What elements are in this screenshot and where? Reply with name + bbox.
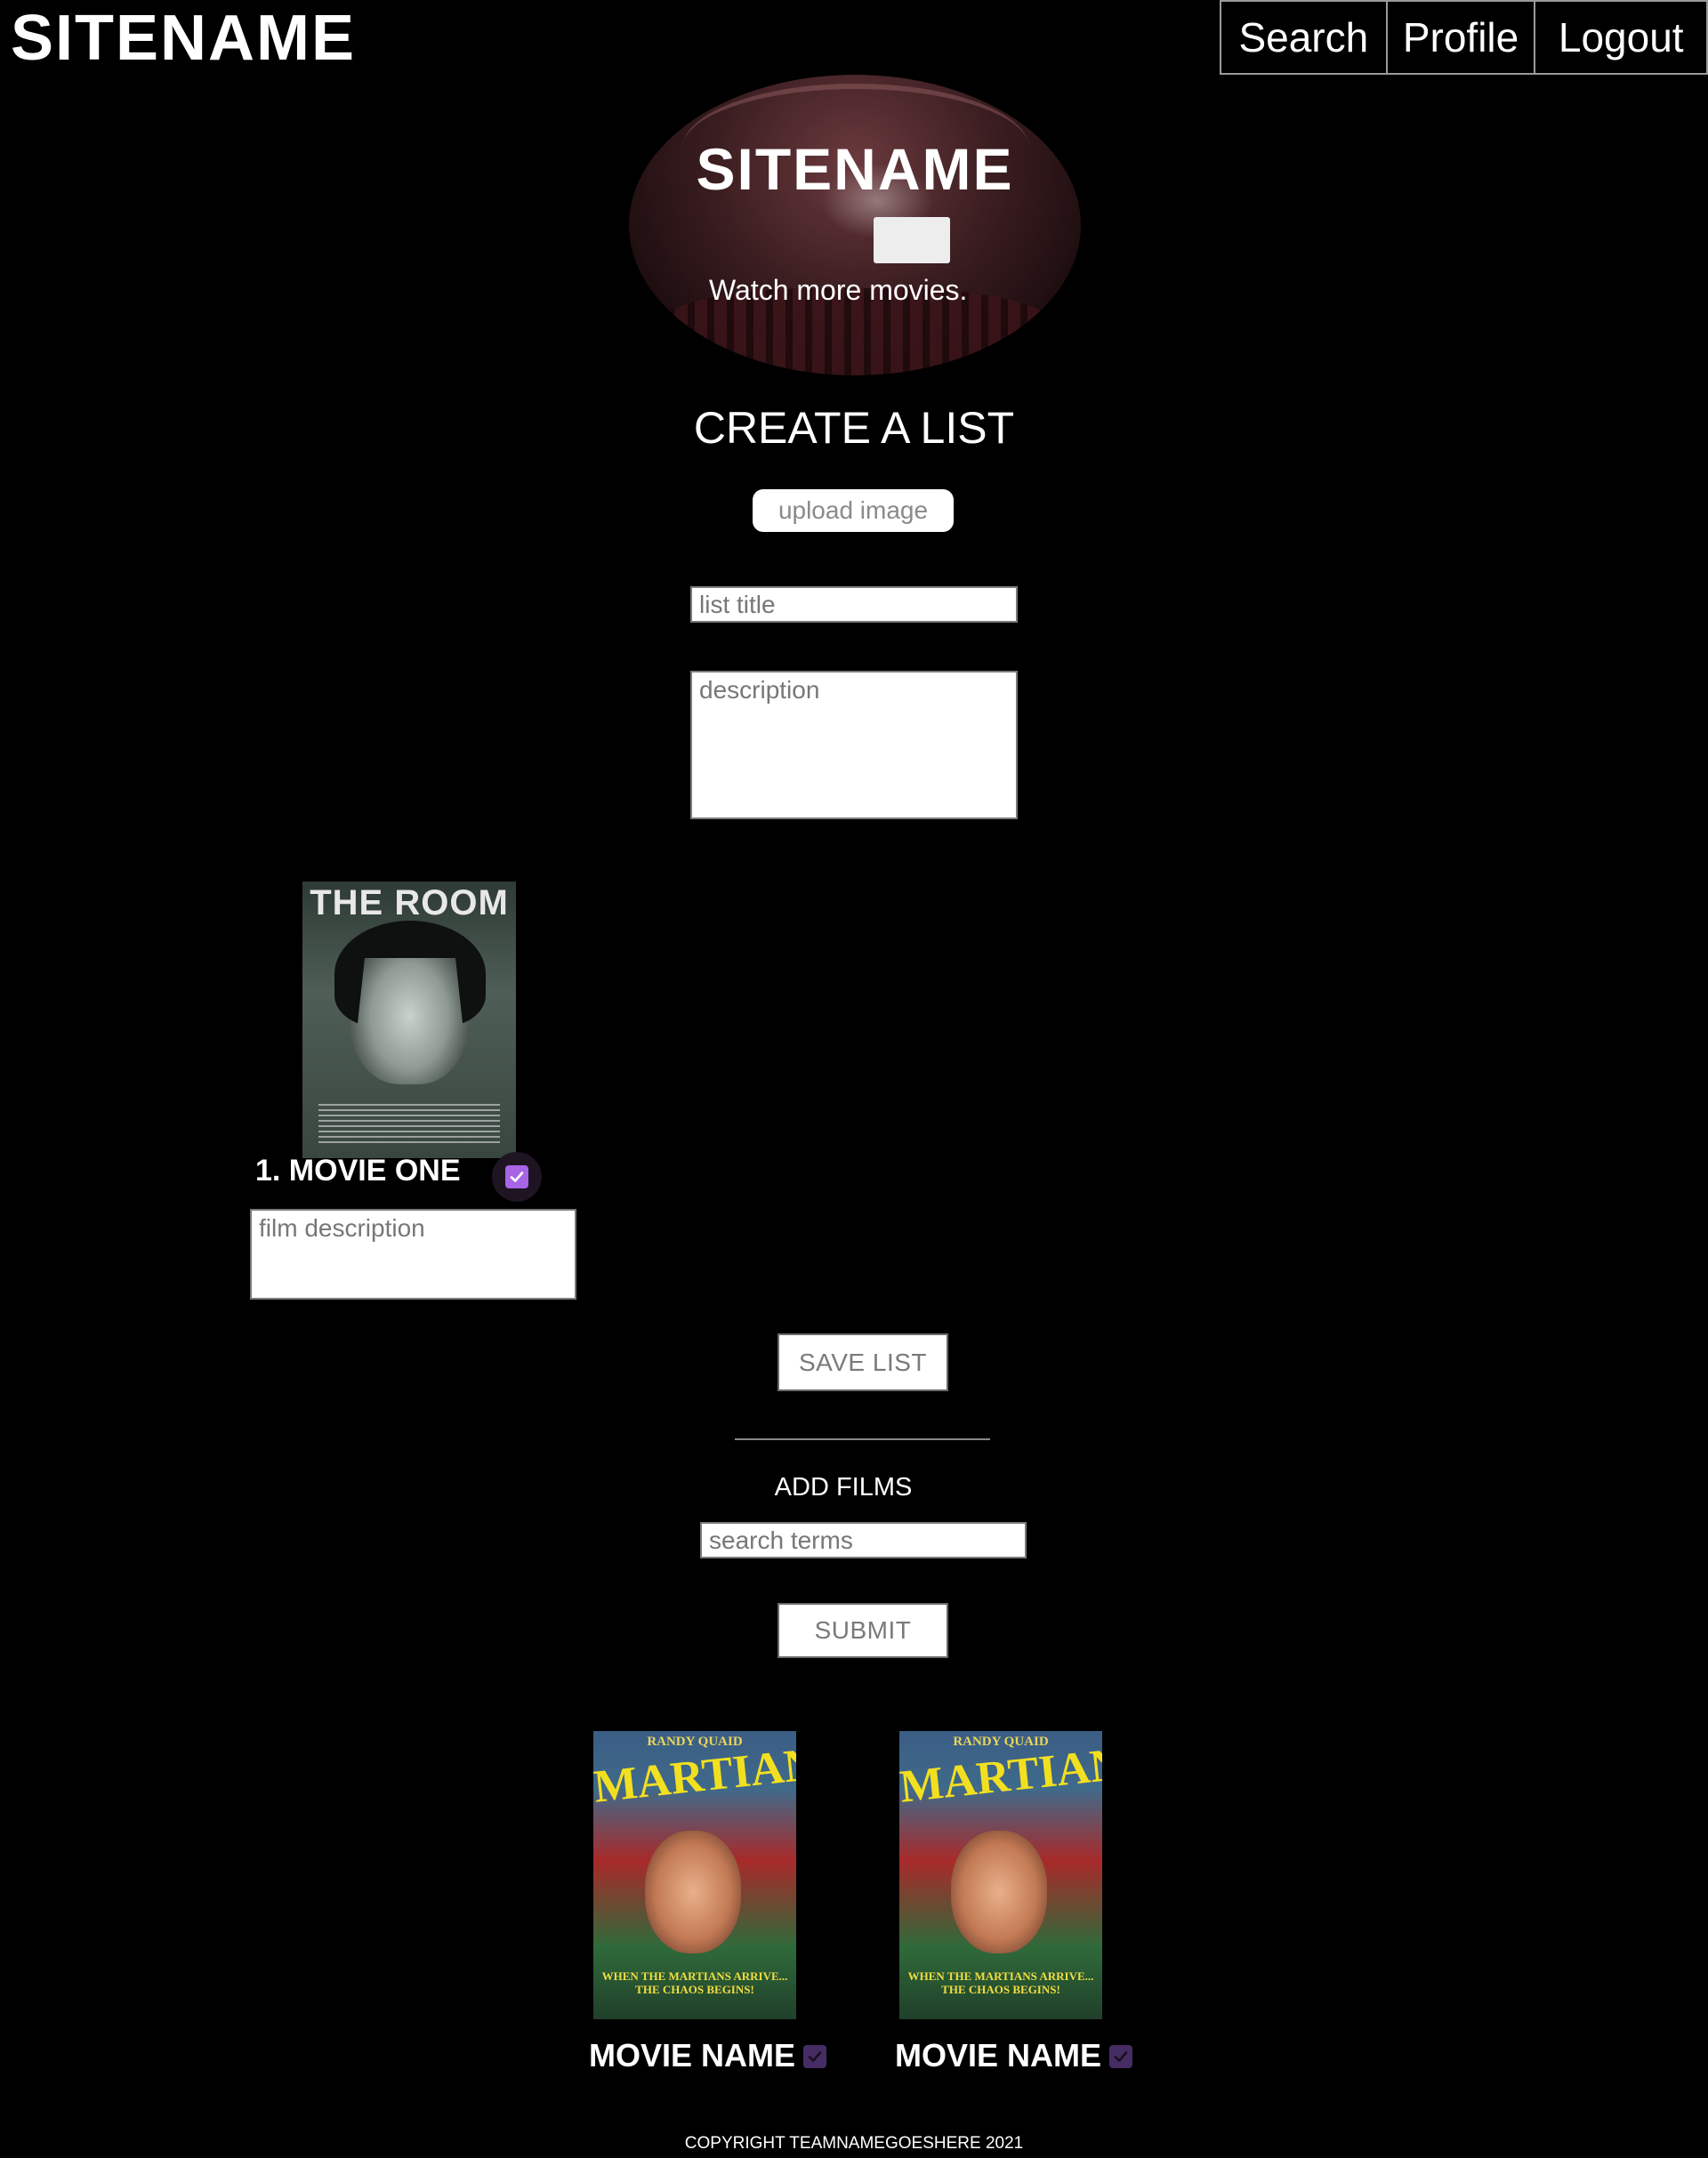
- poster-face-graphic: [645, 1831, 741, 1953]
- hero-cinema-screen: [874, 217, 950, 263]
- poster-tagline-text: WHEN THE MARTIANS ARRIVE... THE CHAOS BE…: [601, 1969, 788, 1996]
- page-title: CREATE A LIST: [693, 403, 1015, 453]
- check-icon: [505, 1165, 528, 1188]
- nav-search-link[interactable]: Search: [1221, 2, 1386, 73]
- poster-title-text: MARTIANS: [593, 1735, 796, 1813]
- nav-logout-link[interactable]: Logout: [1534, 2, 1706, 73]
- poster-title-text: MARTIANS: [899, 1735, 1102, 1813]
- film-search-input[interactable]: [700, 1522, 1027, 1558]
- poster-credits-block: [318, 1104, 500, 1145]
- nav-profile-link[interactable]: Profile: [1385, 2, 1535, 73]
- save-list-button[interactable]: SAVE LIST: [777, 1333, 948, 1391]
- add-films-heading: ADD FILMS: [774, 1473, 913, 1502]
- list-description-textarea[interactable]: [690, 671, 1018, 819]
- top-nav: Search Profile Logout: [1220, 0, 1708, 75]
- poster-tagline-text: WHEN THE MARTIANS ARRIVE... THE CHAOS BE…: [907, 1969, 1094, 1996]
- result-checkbox[interactable]: [803, 2045, 826, 2068]
- footer-copyright: COPYRIGHT TEAMNAMEGOESHERE 2021: [684, 2134, 1024, 2153]
- poster-face-graphic: [951, 1831, 1047, 1953]
- submit-search-button[interactable]: SUBMIT: [777, 1603, 948, 1658]
- movie-poster-the-room: THE ROOM: [302, 882, 516, 1158]
- upload-image-button[interactable]: upload image: [753, 489, 954, 532]
- list-entry-label: 1. MOVIE ONE: [255, 1154, 461, 1188]
- result-checkbox[interactable]: [1109, 2045, 1132, 2068]
- hero-banner: SITENAME Watch more movies.: [629, 75, 1081, 375]
- check-icon: [803, 2045, 826, 2068]
- check-icon: [1109, 2045, 1132, 2068]
- hero-tagline: Watch more movies.: [709, 274, 968, 306]
- result-movie-name: MOVIE NAME: [589, 2037, 796, 2073]
- hero-title: SITENAME: [696, 136, 1014, 202]
- result-poster[interactable]: RANDY QUAID MARTIANS WHEN THE MARTIANS A…: [899, 1731, 1102, 2019]
- list-entry-checkbox[interactable]: [492, 1152, 542, 1202]
- result-movie-name: MOVIE NAME: [895, 2037, 1102, 2073]
- result-poster[interactable]: RANDY QUAID MARTIANS WHEN THE MARTIANS A…: [593, 1731, 796, 2019]
- list-title-input[interactable]: [690, 586, 1018, 623]
- section-divider: [735, 1438, 990, 1440]
- poster-title-text: THE ROOM: [310, 883, 509, 922]
- site-logo[interactable]: SITENAME: [11, 2, 356, 75]
- film-description-textarea[interactable]: [250, 1209, 576, 1300]
